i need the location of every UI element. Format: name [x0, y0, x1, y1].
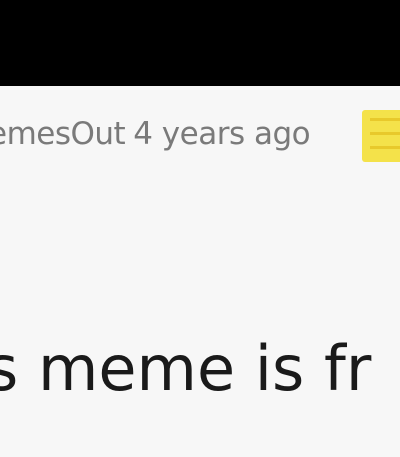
comment-meta: emesOut 4 years ago	[0, 116, 311, 152]
screenshot-frame: emesOut 4 years ago s meme is fr	[0, 0, 400, 457]
comment-username[interactable]: emesOut	[0, 116, 126, 152]
comment-body-line-1: s meme is fr	[0, 332, 372, 405]
video-letterbox-bar	[0, 0, 400, 86]
comment-timestamp: 4 years ago	[133, 116, 311, 152]
award-badge-icon[interactable]	[362, 110, 400, 162]
